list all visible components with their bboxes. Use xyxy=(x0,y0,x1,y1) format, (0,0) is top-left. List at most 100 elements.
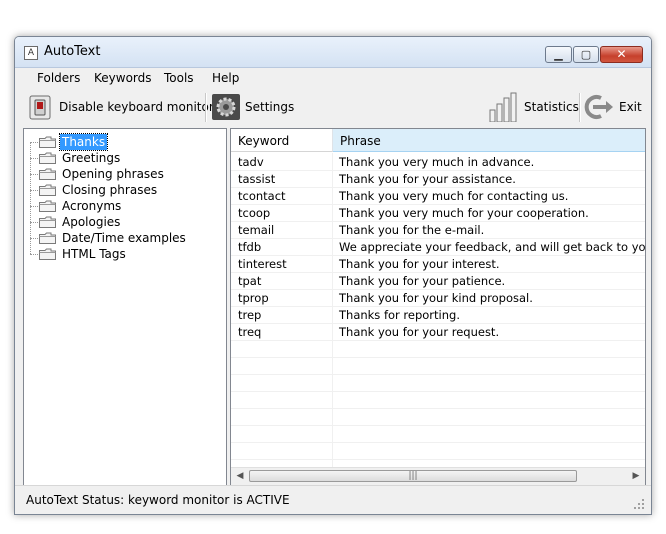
power-switch-icon xyxy=(29,95,51,120)
tree-item-label: Greetings xyxy=(62,151,121,165)
column-header-phrase[interactable]: Phrase xyxy=(333,129,645,152)
tree-item[interactable]: HTML Tags xyxy=(30,246,220,262)
table-row[interactable]: tassist Thank you for your assistance. xyxy=(231,170,645,188)
gear-icon xyxy=(212,94,240,120)
folder-icon xyxy=(39,184,56,196)
disable-monitor-label: Disable keyboard monitor xyxy=(59,100,214,114)
table-row[interactable]: tpat Thank you for your patience. xyxy=(231,272,645,290)
tree-connector xyxy=(30,238,38,239)
disable-monitor-button[interactable]: Disable keyboard monitor xyxy=(23,93,214,121)
keyword-cell: tcontact xyxy=(238,189,286,203)
bar-chart-icon xyxy=(489,92,517,122)
menu-keywords[interactable]: Keywords xyxy=(94,71,152,85)
statistics-button[interactable]: Statistics xyxy=(487,92,579,122)
tree-item[interactable]: Thanks xyxy=(30,133,220,151)
column-header-keyword[interactable]: Keyword xyxy=(231,129,333,152)
menu-bar: Folders Keywords Tools Help xyxy=(15,68,651,88)
table-row xyxy=(231,391,645,409)
tree-connector xyxy=(30,206,38,207)
menu-tools[interactable]: Tools xyxy=(164,71,194,85)
folder-icon xyxy=(39,248,56,260)
toolbar-separator xyxy=(579,93,581,122)
scroll-thumb[interactable]: ||| xyxy=(249,470,577,482)
phrase-cell: Thank you very much for your cooperation… xyxy=(339,206,589,220)
tree-item[interactable]: Opening phrases xyxy=(30,166,220,182)
phrase-cell: Thank you very much in advance. xyxy=(339,155,535,169)
table-row[interactable]: trep Thanks for reporting. xyxy=(231,306,645,324)
tree-item-label: Apologies xyxy=(62,215,121,229)
tree-item[interactable]: Acronyms xyxy=(30,198,220,214)
close-icon: ✕ xyxy=(616,47,627,61)
table-row[interactable]: tinterest Thank you for your interest. xyxy=(231,255,645,273)
toolbar: Disable keyboard monitor Settings Statis… xyxy=(15,89,651,126)
keyword-cell: tadv xyxy=(238,155,264,169)
tree-item[interactable]: Apologies xyxy=(30,214,220,230)
table-row xyxy=(231,357,645,375)
tree-item[interactable]: Greetings xyxy=(30,150,220,166)
maximize-button[interactable]: ▢ xyxy=(573,46,599,63)
scroll-left-icon[interactable]: ◀ xyxy=(233,470,247,483)
phrase-cell: Thank you for your assistance. xyxy=(339,172,516,186)
list-header: Keyword Phrase xyxy=(231,129,645,152)
column-keyword-label: Keyword xyxy=(238,134,290,148)
table-row[interactable]: tfdb We appreciate your feedback, and wil… xyxy=(231,238,645,256)
status-text: AutoText Status: keyword monitor is ACTI… xyxy=(26,493,290,507)
table-row[interactable]: temail Thank you for the e-mail. xyxy=(231,221,645,239)
tree-connector xyxy=(30,174,38,175)
folder-icon xyxy=(39,216,56,228)
tree-item-label: Date/Time examples xyxy=(62,231,186,245)
keyword-cell: tcoop xyxy=(238,206,271,220)
exit-arrow-icon xyxy=(584,95,613,119)
tree-item[interactable]: Date/Time examples xyxy=(30,230,220,246)
tree-connector xyxy=(30,142,31,254)
table-row xyxy=(231,374,645,392)
horizontal-scrollbar[interactable]: ◀ ||| ▶ xyxy=(231,467,645,485)
exit-label: Exit xyxy=(619,100,642,114)
tree-connector xyxy=(30,222,38,223)
table-row[interactable]: tcoop Thank you very much for your cooper… xyxy=(231,204,645,222)
tree-item-label: HTML Tags xyxy=(62,247,126,261)
table-row[interactable]: tcontact Thank you very much for contacti… xyxy=(231,187,645,205)
table-row xyxy=(231,408,645,426)
keyword-cell: tprop xyxy=(238,291,269,305)
phrase-cell: Thank you for the e-mail. xyxy=(339,223,485,237)
phrase-cell: Thank you for your request. xyxy=(339,325,500,339)
phrase-cell: Thank you for your interest. xyxy=(339,257,500,271)
statistics-label: Statistics xyxy=(524,100,579,114)
exit-button[interactable]: Exit xyxy=(583,93,643,121)
table-row[interactable]: treq Thank you for your request. xyxy=(231,323,645,341)
tree-item-label: Closing phrases xyxy=(62,183,158,197)
close-button[interactable]: ✕ xyxy=(600,46,643,63)
table-row xyxy=(231,442,645,460)
phrase-cell: Thank you for your kind proposal. xyxy=(339,291,533,305)
folder-icon xyxy=(39,232,56,244)
keyword-cell: tpat xyxy=(238,274,262,288)
folder-icon xyxy=(39,168,56,180)
folder-tree: Thanks Greetings Opening phrases Closing ph… xyxy=(23,128,227,486)
tree-connector xyxy=(30,254,38,255)
keyword-cell: temail xyxy=(238,223,275,237)
folder-icon xyxy=(39,152,56,164)
column-phrase-label: Phrase xyxy=(340,134,381,148)
folder-icon xyxy=(39,136,56,148)
tree-item[interactable]: Closing phrases xyxy=(30,182,220,198)
table-row[interactable]: tprop Thank you for your kind proposal. xyxy=(231,289,645,307)
resize-grip-icon[interactable] xyxy=(634,499,645,510)
keyword-cell: trep xyxy=(238,308,262,322)
keyword-cell: treq xyxy=(238,325,262,339)
phrase-cell: Thank you very much for contacting us. xyxy=(339,189,569,203)
app-window: A AutoText ▁ ▢ ✕ Folders Keywords Tools … xyxy=(14,36,652,515)
tree-connector xyxy=(30,190,38,191)
table-row[interactable]: tadv Thank you very much in advance. xyxy=(231,153,645,171)
menu-folders[interactable]: Folders xyxy=(37,71,80,85)
minimize-button[interactable]: ▁ xyxy=(545,46,572,63)
folder-icon xyxy=(39,200,56,212)
maximize-icon: ▢ xyxy=(580,48,592,61)
toolbar-separator xyxy=(205,93,207,122)
title-bar[interactable]: A AutoText ▁ ▢ ✕ xyxy=(15,37,651,68)
keyword-cell: tinterest xyxy=(238,257,287,271)
menu-help[interactable]: Help xyxy=(212,71,239,85)
status-bar: AutoText Status: keyword monitor is ACTI… xyxy=(15,485,651,514)
settings-button[interactable]: Settings xyxy=(210,93,294,121)
scroll-right-icon[interactable]: ▶ xyxy=(629,470,643,483)
